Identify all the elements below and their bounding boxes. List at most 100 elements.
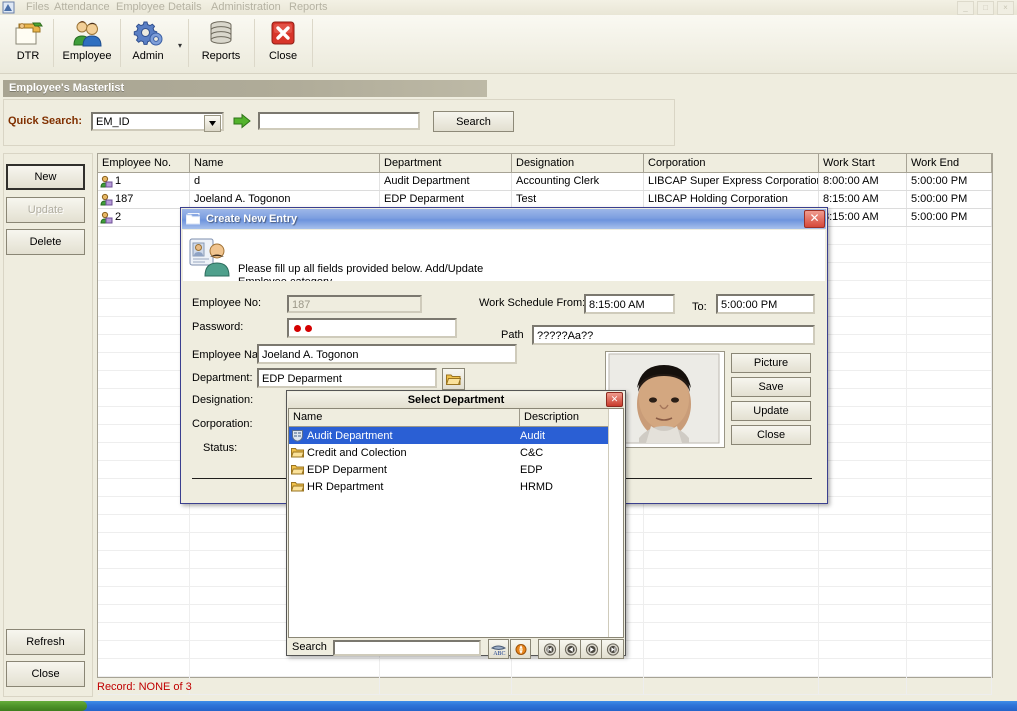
grid-blank-cell [98, 353, 190, 370]
grid-cell-designation: Accounting Clerk [512, 173, 644, 190]
start-button[interactable] [0, 701, 87, 711]
refresh-button[interactable]: Refresh [6, 629, 85, 655]
select-department-titlebar[interactable]: Select Department [288, 392, 624, 409]
department-name-cell: EDP Deparment [289, 463, 520, 476]
grid-column-work-end[interactable]: Work End [907, 154, 992, 172]
list-item[interactable]: Audit Department Audit [289, 427, 623, 444]
close-panel-button[interactable]: Close [6, 661, 85, 687]
main-toolbar: DTR Employee [0, 15, 1017, 74]
maximize-button[interactable]: □ [977, 1, 994, 15]
grid-blank-cell [98, 371, 190, 388]
grid-blank-cell [98, 497, 190, 514]
grid-blank-row[interactable] [98, 677, 992, 695]
dialog-close-action-button[interactable]: Close [731, 425, 811, 445]
toolbar-button-close[interactable]: Close [260, 17, 306, 62]
quick-search-button[interactable]: Search [433, 111, 514, 132]
menu-item-employee-details[interactable]: Employee Details [116, 1, 202, 13]
os-taskbar [0, 701, 1017, 711]
department-input[interactable]: EDP Deparment [257, 368, 437, 388]
nav-next-button[interactable] [580, 639, 603, 659]
refresh-icon-button[interactable] [510, 639, 531, 659]
employee-no-input[interactable]: 187 [287, 295, 422, 313]
menu-item-administration[interactable]: Administration [211, 1, 281, 13]
select-department-close-button[interactable]: ✕ [606, 392, 623, 407]
grid-blank-cell [907, 443, 992, 460]
grid-blank-cell [907, 569, 992, 586]
grid-blank-cell [644, 641, 819, 658]
banner-line-1: Please fill up all fields provided below… [238, 263, 483, 276]
vertical-scrollbar[interactable] [608, 409, 623, 637]
update-button[interactable]: Update [6, 197, 85, 223]
minimize-button[interactable]: _ [957, 1, 974, 15]
grid-column-designation[interactable]: Designation [512, 154, 644, 172]
nav-first-button[interactable] [538, 639, 561, 659]
list-item[interactable]: EDP Deparment EDP [289, 461, 623, 478]
password-input[interactable] [287, 318, 457, 338]
quick-search-field-select[interactable]: EM_ID [91, 112, 224, 131]
dialog-titlebar[interactable]: Create New Entry [182, 209, 826, 229]
menu-item-reports[interactable]: Reports [289, 1, 328, 13]
grid-blank-cell [819, 299, 907, 316]
svg-text:ABC: ABC [493, 651, 505, 656]
grid-column-employee-no[interactable]: Employee No. [98, 154, 190, 172]
toolbar-button-reports[interactable]: Reports [194, 17, 248, 62]
department-browse-button[interactable] [442, 368, 465, 390]
delete-button[interactable]: Delete [6, 229, 85, 255]
chevron-down-icon[interactable]: ▾ [178, 41, 182, 50]
grid-blank-cell [819, 569, 907, 586]
new-button[interactable]: New [6, 164, 85, 190]
grid-column-work-start[interactable]: Work Start [819, 154, 907, 172]
grid-cell-corporation: LIBCAP Super Express Corporation [644, 173, 819, 190]
menu-item-attendance[interactable]: Attendance [54, 1, 110, 13]
grid-cell-corporation: LIBCAP Holding Corporation [644, 191, 819, 208]
list-item[interactable]: Credit and Colection C&C [289, 444, 623, 461]
work-schedule-from-input[interactable]: 8:15:00 AM [584, 294, 675, 314]
grid-blank-cell [98, 605, 190, 622]
grid-blank-cell [98, 569, 190, 586]
toolbar-separator [120, 19, 121, 67]
database-icon [194, 17, 248, 49]
grid-blank-cell [190, 659, 380, 676]
corporation-label: Corporation: [192, 418, 253, 430]
grid-blank-cell [644, 677, 819, 694]
gears-icon [124, 17, 172, 49]
picture-button[interactable]: Picture [731, 353, 811, 373]
go-arrow-icon[interactable] [233, 113, 251, 129]
department-column-name[interactable]: Name [289, 409, 520, 426]
spellcheck-abc-icon-button[interactable]: ABC [488, 639, 509, 659]
dialog-close-button[interactable]: ✕ [804, 210, 825, 228]
grid-column-department[interactable]: Department [380, 154, 512, 172]
toolbar-button-admin[interactable]: Admin [124, 17, 172, 62]
grid-column-corporation[interactable]: Corporation [644, 154, 819, 172]
toolbar-button-employee[interactable]: Employee [58, 17, 116, 62]
select-department-title: Select Department [408, 394, 505, 406]
nav-previous-button[interactable] [559, 639, 582, 659]
employee-name-input[interactable]: Joeland A. Togonon [257, 344, 517, 364]
grid-blank-cell [907, 659, 992, 676]
toolbar-separator [188, 19, 189, 67]
employee-row-icon [100, 175, 113, 188]
list-item-label: Audit Department [307, 430, 393, 442]
grid-blank-cell [819, 425, 907, 442]
menu-bar[interactable]: Files Attendance Employee Details Admini… [0, 0, 1017, 15]
menu-item-files[interactable]: Files [26, 1, 49, 13]
department-list[interactable]: Name Description Audit Department Audit [288, 408, 624, 638]
grid-column-name[interactable]: Name [190, 154, 380, 172]
table-row[interactable]: 1 d Audit Department Accounting Clerk LI… [98, 173, 992, 191]
chevron-down-icon[interactable] [204, 115, 221, 132]
nav-previous-icon [564, 643, 578, 656]
grid-blank-cell [98, 641, 190, 658]
department-search-input[interactable] [333, 640, 481, 656]
path-input[interactable]: ?????Aa?? [532, 325, 815, 345]
close-button[interactable]: × [997, 1, 1014, 15]
toolbar-button-dtr[interactable]: DTR [6, 17, 50, 62]
nav-first-icon [543, 643, 557, 656]
quick-search-input[interactable] [258, 112, 420, 130]
nav-last-button[interactable] [601, 639, 624, 659]
grid-blank-row[interactable] [98, 659, 992, 677]
save-button[interactable]: Save [731, 377, 811, 397]
grid-header-row: Employee No. Name Department Designation… [98, 154, 992, 173]
work-schedule-to-input[interactable]: 5:00:00 PM [716, 294, 815, 314]
list-item[interactable]: HR Department HRMD [289, 478, 623, 495]
dialog-update-button[interactable]: Update [731, 401, 811, 421]
